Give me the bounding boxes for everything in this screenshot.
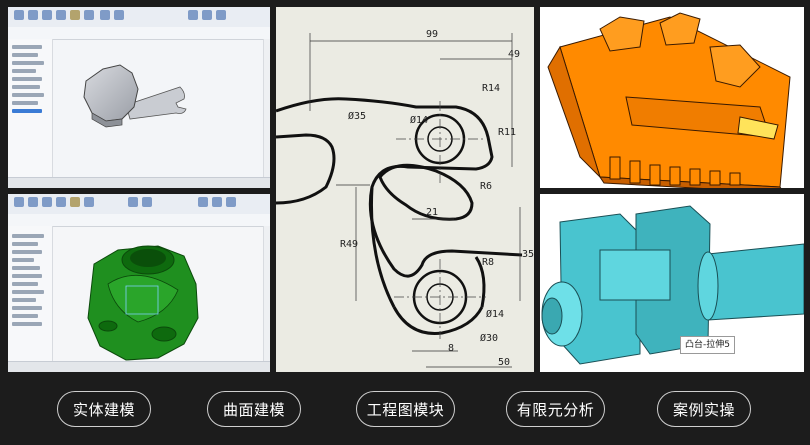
crankshaft-render: 凸台-拉伸5 [540, 194, 804, 372]
svg-text:R8: R8 [482, 257, 494, 268]
svg-text:Ø30: Ø30 [480, 332, 498, 344]
feature-tooltip: 凸台-拉伸5 [680, 336, 735, 354]
solid-modeling-button[interactable]: 实体建模 [57, 391, 151, 427]
svg-text:Ø14: Ø14 [486, 308, 504, 320]
svg-text:8: 8 [448, 343, 454, 354]
svg-text:Ø35: Ø35 [348, 110, 366, 122]
svg-text:R6: R6 [480, 181, 492, 192]
svg-text:R14: R14 [482, 83, 500, 94]
crankshaft-model [541, 205, 804, 365]
green-part-model [87, 245, 199, 361]
svg-text:50: 50 [498, 357, 510, 368]
part-outline [276, 97, 523, 335]
wrench-model [83, 64, 187, 128]
bucket-model [547, 12, 791, 188]
svg-text:99: 99 [426, 29, 438, 40]
svg-text:R49: R49 [340, 239, 358, 250]
category-buttons: 实体建模 曲面建模 工程图模块 有限元分析 案例实操 [0, 391, 810, 431]
cad-screenshot-green-part [8, 194, 270, 372]
status-bar-2 [8, 361, 270, 372]
svg-text:35: 35 [522, 249, 534, 260]
engineering-drawing-button[interactable]: 工程图模块 [356, 391, 455, 427]
cad-screenshot-wrench [8, 7, 270, 188]
case-practice-button[interactable]: 案例实操 [657, 391, 751, 427]
orange-bucket-render [540, 7, 804, 188]
engineering-drawing: 99 49 Ø35 Ø14 R14 R11 21 R6 35 R49 R8 Ø1… [276, 7, 534, 372]
surface-modeling-button[interactable]: 曲面建模 [207, 391, 301, 427]
svg-text:49: 49 [508, 49, 520, 60]
svg-text:Ø14: Ø14 [410, 114, 428, 126]
svg-text:R11: R11 [498, 127, 516, 138]
status-bar [8, 177, 270, 188]
finite-element-analysis-button[interactable]: 有限元分析 [506, 391, 605, 427]
svg-text:21: 21 [426, 207, 438, 218]
